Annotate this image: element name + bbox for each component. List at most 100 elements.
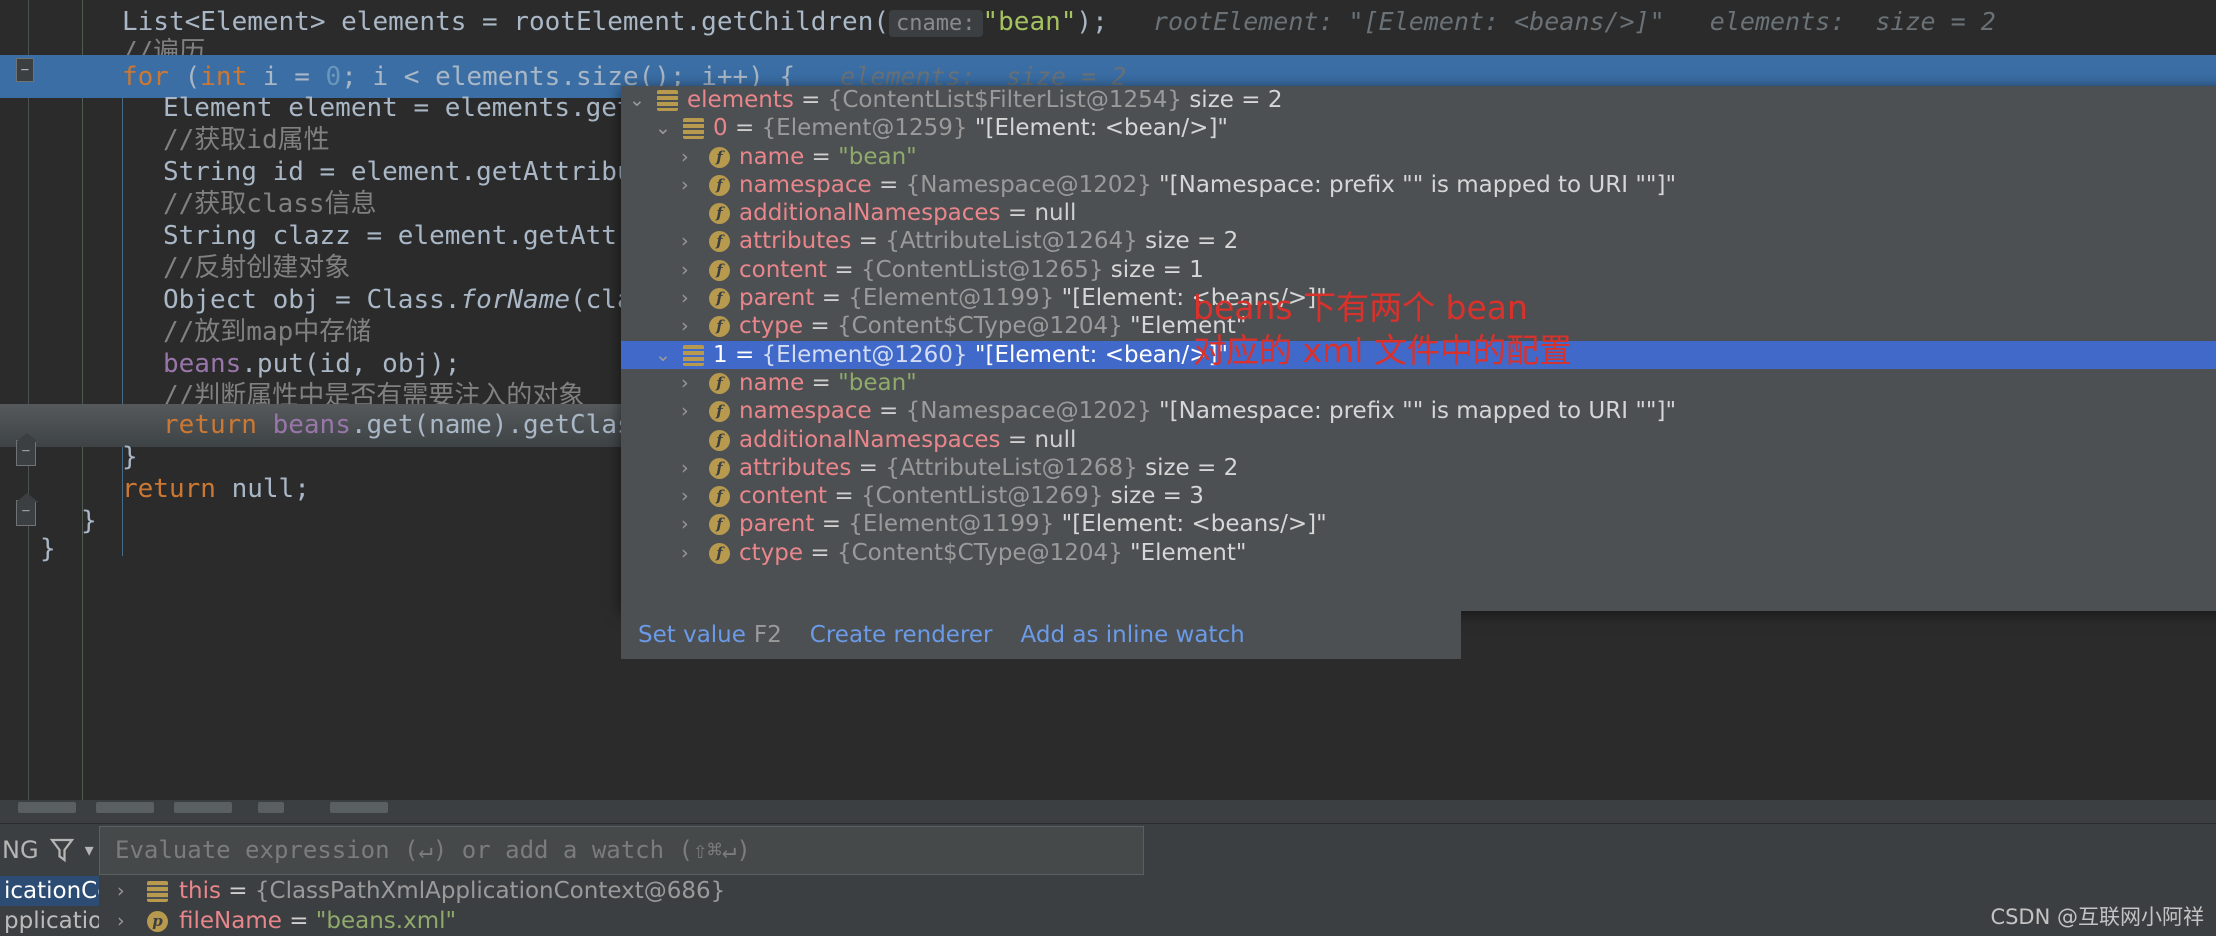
variables-pane[interactable]: › this = {ClassPathXmlApplicationContext@… bbox=[99, 876, 2216, 936]
field-icon: f bbox=[709, 146, 730, 168]
list-icon bbox=[657, 90, 678, 111]
field-icon: f bbox=[709, 372, 730, 394]
toolbar-chip-2[interactable] bbox=[96, 802, 154, 813]
toolbar-chip-3[interactable] bbox=[174, 802, 232, 813]
ide-window: List<Element> elements = rootElement.get… bbox=[0, 0, 2216, 936]
csdn-watermark: CSDN @互联网小阿祥 bbox=[1990, 905, 2204, 929]
set-value-link[interactable]: Set value bbox=[638, 622, 746, 648]
frame-row[interactable]: pplicationCo bbox=[0, 906, 99, 936]
debugger-row-label: namespace = {Namespace@1202} "[Namespace… bbox=[739, 171, 1677, 198]
property-icon: p bbox=[147, 911, 168, 932]
field-icon: f bbox=[709, 259, 730, 281]
variable-label: this = {ClassPathXmlApplicationContext@6… bbox=[179, 878, 726, 904]
chevron-down-icon[interactable]: ▾ bbox=[85, 840, 94, 861]
debugger-row-label: ctype = {Content$CType@1204} "Element" bbox=[739, 313, 1247, 340]
toolbar-chip-1[interactable] bbox=[18, 802, 76, 813]
variable-row[interactable]: › this = {ClassPathXmlApplicationContext@… bbox=[99, 876, 2216, 906]
chevron-down-icon[interactable]: ⌄ bbox=[655, 341, 671, 369]
debugger-tree-row[interactable]: f additionalNamespaces = null bbox=[621, 199, 2216, 227]
debugger-row-label: 0 = {Element@1259} "[Element: <bean/>]" bbox=[713, 115, 1228, 142]
debugger-tree-row[interactable]: › f content = {ContentList@1269} size = 3 bbox=[621, 482, 2216, 510]
field-icon: f bbox=[709, 288, 730, 310]
tool-window-tabstrip[interactable] bbox=[0, 800, 2216, 824]
chevron-right-icon[interactable]: › bbox=[681, 256, 689, 284]
field-icon: f bbox=[709, 457, 730, 479]
field-icon: f bbox=[709, 174, 730, 196]
debugger-tree-row[interactable]: › f ctype = {Content$CType@1204} "Element" bbox=[621, 312, 2216, 340]
debugger-row-label: name = "bean" bbox=[739, 369, 917, 396]
debugger-value-popup[interactable]: ⌄ elements = {ContentList$FilterList@1254… bbox=[621, 86, 2216, 611]
debugger-tree-row[interactable]: › f content = {ContentList@1265} size = 1 bbox=[621, 256, 2216, 284]
debugger-row-label: 1 = {Element@1260} "[Element: <bean/>]" bbox=[713, 341, 1228, 368]
debugger-row-label: attributes = {AttributeList@1264} size =… bbox=[739, 228, 1239, 255]
chevron-right-icon[interactable]: › bbox=[681, 284, 689, 312]
toolbar-chip-4[interactable] bbox=[258, 802, 284, 813]
debugger-tree-row[interactable]: › f namespace = {Namespace@1202} "[Namespa… bbox=[621, 397, 2216, 425]
fold-marker-icon-2[interactable]: − bbox=[16, 500, 36, 526]
debugger-row-label: elements = {ContentList$FilterList@1254}… bbox=[687, 87, 1283, 113]
variable-label: fileName = "beans.xml" bbox=[179, 908, 457, 934]
debugger-tree-row[interactable]: › f parent = {Element@1199} "[Element: <be… bbox=[621, 510, 2216, 538]
debugger-tree-row[interactable]: › f name = "bean" bbox=[621, 143, 2216, 171]
set-value-shortcut: F2 bbox=[753, 622, 782, 648]
debugger-row-label: ctype = {Content$CType@1204} "Element" bbox=[739, 539, 1247, 566]
chevron-right-icon[interactable]: › bbox=[681, 171, 689, 199]
frames-label: NG bbox=[2, 836, 39, 864]
chevron-right-icon[interactable]: › bbox=[681, 510, 689, 538]
filter-icon[interactable] bbox=[47, 835, 77, 865]
chevron-down-icon[interactable]: ⌄ bbox=[655, 114, 671, 142]
frames-pane[interactable]: icationContpplicationCo bbox=[0, 876, 99, 936]
add-inline-watch-link[interactable]: Add as inline watch bbox=[1021, 622, 1245, 648]
debugger-row-label: content = {ContentList@1269} size = 3 bbox=[739, 483, 1204, 510]
debugger-tree-row[interactable]: ⌄ 1 = {Element@1260} "[Element: <bean/>]" bbox=[621, 340, 2216, 369]
debugger-row-label: additionalNamespaces = null bbox=[739, 200, 1077, 227]
debugger-tree-row[interactable]: f additionalNamespaces = null bbox=[621, 426, 2216, 454]
chevron-right-icon[interactable]: › bbox=[681, 482, 689, 510]
popup-action-bar[interactable]: Set value F2 Create renderer Add as inli… bbox=[621, 611, 1461, 659]
chevron-right-icon[interactable]: › bbox=[117, 876, 125, 906]
chevron-down-icon[interactable]: ⌄ bbox=[629, 86, 645, 114]
debugger-tree-row[interactable]: › f namespace = {Namespace@1202} "[Namespa… bbox=[621, 171, 2216, 199]
debugger-tree-row[interactable]: › f name = "bean" bbox=[621, 369, 2216, 397]
list-icon bbox=[147, 881, 168, 902]
debugger-row-label: additionalNamespaces = null bbox=[739, 426, 1077, 453]
debugger-row-label: attributes = {AttributeList@1268} size =… bbox=[739, 454, 1239, 481]
debugger-row-label: parent = {Element@1199} "[Element: <bean… bbox=[739, 285, 1327, 312]
debugger-tree-row[interactable]: › f parent = {Element@1199} "[Element: <be… bbox=[621, 284, 2216, 312]
debugger-row-label: content = {ContentList@1265} size = 1 bbox=[739, 256, 1204, 283]
debugger-tree-row[interactable]: ⌄ elements = {ContentList$FilterList@1254… bbox=[621, 86, 2216, 114]
chevron-right-icon[interactable]: › bbox=[681, 397, 689, 425]
chevron-right-icon[interactable]: › bbox=[681, 539, 689, 567]
field-icon: f bbox=[709, 401, 730, 423]
debugger-tree-row[interactable]: › f ctype = {Content$CType@1204} "Element" bbox=[621, 539, 2216, 567]
debugger-tree-row[interactable]: › f attributes = {AttributeList@1268} size… bbox=[621, 454, 2216, 482]
list-icon bbox=[683, 118, 704, 140]
chevron-right-icon[interactable]: › bbox=[117, 906, 125, 936]
field-icon: f bbox=[709, 429, 730, 451]
chevron-right-icon[interactable]: › bbox=[681, 454, 689, 482]
debugger-row-label: parent = {Element@1199} "[Element: <bean… bbox=[739, 511, 1327, 538]
evaluate-expression-input[interactable]: Evaluate expression (↵) or add a watch (… bbox=[99, 826, 1144, 875]
debug-tool-window[interactable]: NG ▾ Evaluate expression (↵) or add a wa… bbox=[0, 800, 2216, 936]
variables-toolbar[interactable]: NG ▾ bbox=[0, 824, 99, 876]
toolbar-chip-5[interactable] bbox=[330, 802, 388, 813]
chevron-right-icon[interactable]: › bbox=[681, 143, 689, 171]
debugger-row-label: namespace = {Namespace@1202} "[Namespace… bbox=[739, 398, 1677, 425]
variable-row[interactable]: › p fileName = "beans.xml" bbox=[99, 906, 2216, 936]
debugger-tree-row[interactable]: › f attributes = {AttributeList@1264} size… bbox=[621, 227, 2216, 255]
debugger-tree[interactable]: ⌄ elements = {ContentList$FilterList@1254… bbox=[621, 86, 2216, 567]
debugger-tree-row[interactable]: ⌄ 0 = {Element@1259} "[Element: <bean/>]" bbox=[621, 114, 2216, 142]
create-renderer-link[interactable]: Create renderer bbox=[810, 622, 993, 648]
chevron-right-icon[interactable]: › bbox=[681, 227, 689, 255]
field-icon: f bbox=[709, 203, 730, 225]
field-icon: f bbox=[709, 542, 730, 564]
chevron-right-icon[interactable]: › bbox=[681, 369, 689, 397]
debugger-row-label: name = "bean" bbox=[739, 143, 917, 170]
fold-marker-icon[interactable]: − bbox=[16, 440, 36, 466]
breakpoint-fold-icon[interactable]: − bbox=[16, 58, 34, 82]
field-icon: f bbox=[709, 231, 730, 253]
frame-row[interactable]: icationCont bbox=[0, 876, 99, 906]
chevron-right-icon[interactable]: › bbox=[681, 312, 689, 340]
field-icon: f bbox=[709, 486, 730, 508]
field-icon: f bbox=[709, 514, 730, 536]
